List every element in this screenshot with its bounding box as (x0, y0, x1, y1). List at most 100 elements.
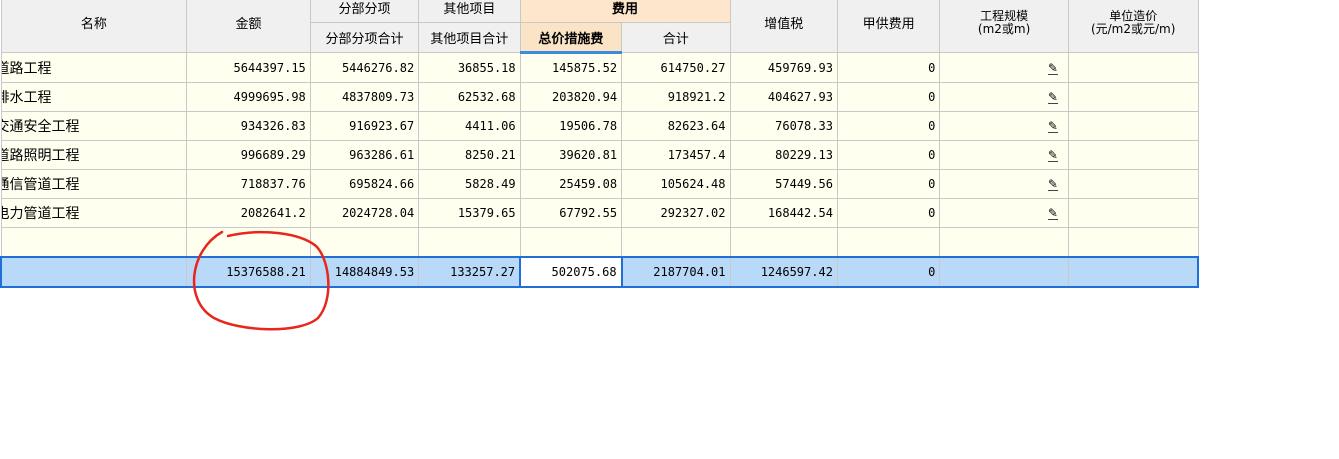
total-fee-sum[interactable]: 2187704.01 (621, 256, 731, 288)
table-row[interactable]: 电力管道工程 2082641.2 2024728.04 15379.65 677… (0, 198, 1199, 228)
cell-vat[interactable]: 168442.54 (729, 198, 838, 228)
cell-vat[interactable]: 76078.33 (729, 111, 838, 141)
cell-unit-cost[interactable] (1067, 111, 1199, 141)
cell-fee-sum[interactable]: 292327.02 (621, 198, 731, 228)
header-amount[interactable]: 金额 (186, 0, 311, 53)
total-row[interactable]: 15376588.21 14884849.53 133257.27 502075… (0, 256, 1199, 288)
total-measure-total[interactable]: 502075.68 (519, 256, 623, 288)
header-other-total[interactable]: 其他项目合计 (418, 22, 521, 53)
header-measure-total[interactable]: 总价措施费 (519, 22, 623, 54)
cell-other-total[interactable]: 8250.21 (418, 140, 521, 170)
cell-name[interactable]: 电力管道工程 (0, 198, 188, 228)
cell-measure-total[interactable]: 39620.81 (519, 140, 623, 170)
pencil-icon[interactable]: ✎ (1047, 207, 1058, 220)
cell-owner-supply[interactable]: 0 (836, 52, 941, 83)
total-other-total[interactable]: 133257.27 (418, 256, 521, 288)
pencil-icon[interactable]: ✎ (1047, 62, 1058, 75)
pencil-icon[interactable]: ✎ (1047, 120, 1058, 133)
cell-owner-supply[interactable] (836, 227, 941, 258)
cell-amount[interactable]: 2082641.2 (186, 198, 311, 228)
cell-measure-total[interactable]: 203820.94 (519, 82, 623, 112)
total-owner-supply[interactable]: 0 (836, 256, 941, 288)
total-project-scale[interactable] (939, 256, 1069, 288)
cell-fee-sum[interactable]: 105624.48 (621, 169, 731, 199)
cell-amount[interactable]: 718837.76 (186, 169, 311, 199)
header-unit-cost[interactable]: 单位造价 (元/m2或元/m) (1067, 0, 1199, 53)
cell-owner-supply[interactable]: 0 (836, 111, 941, 141)
cell-fee-sum[interactable]: 173457.4 (621, 140, 731, 170)
table-row[interactable]: 排水工程 4999695.98 4837809.73 62532.68 2038… (0, 82, 1199, 112)
cell-amount[interactable]: 5644397.15 (186, 52, 311, 83)
cell-vat[interactable]: 80229.13 (729, 140, 838, 170)
table-row[interactable]: 道路照明工程 996689.29 963286.61 8250.21 39620… (0, 140, 1199, 170)
header-project-scale[interactable]: 工程规模 (m2或m) (939, 0, 1069, 53)
pencil-icon[interactable]: ✎ (1047, 91, 1058, 104)
total-name-cell[interactable] (0, 256, 188, 288)
total-amount[interactable]: 15376588.21 (186, 256, 311, 288)
empty-row[interactable] (0, 227, 1199, 258)
cell-name[interactable] (0, 227, 188, 258)
total-unit-cost[interactable] (1067, 256, 1199, 288)
cell-other-total[interactable]: 36855.18 (418, 52, 521, 83)
cell-amount[interactable]: 996689.29 (186, 140, 311, 170)
cell-measure-total[interactable] (519, 227, 623, 258)
cell-unit-cost[interactable] (1067, 198, 1199, 228)
header-name[interactable]: 名称 (0, 0, 188, 53)
cell-project-scale[interactable] (939, 227, 1069, 258)
cell-owner-supply[interactable]: 0 (836, 169, 941, 199)
cell-name[interactable]: 交通安全工程 (0, 111, 188, 141)
cell-sub-total[interactable]: 2024728.04 (309, 198, 420, 228)
cell-fee-sum[interactable]: 614750.27 (621, 52, 731, 83)
cell-unit-cost[interactable] (1067, 52, 1199, 83)
cell-unit-cost[interactable] (1067, 227, 1199, 258)
header-sub-total[interactable]: 分部分项合计 (309, 22, 420, 53)
cell-vat[interactable]: 57449.56 (729, 169, 838, 199)
header-owner-supply[interactable]: 甲供费用 (836, 0, 941, 53)
cell-other-total[interactable]: 4411.06 (418, 111, 521, 141)
cell-project-scale[interactable]: ✎ (939, 52, 1069, 83)
cell-other-total[interactable]: 5828.49 (418, 169, 521, 199)
cell-measure-total[interactable]: 145875.52 (519, 52, 623, 83)
cell-fee-sum[interactable]: 82623.64 (621, 111, 731, 141)
cell-fee-sum[interactable]: 918921.2 (621, 82, 731, 112)
cell-amount[interactable] (186, 227, 311, 258)
cell-unit-cost[interactable] (1067, 169, 1199, 199)
cell-sub-total[interactable]: 963286.61 (309, 140, 420, 170)
cell-other-total[interactable]: 62532.68 (418, 82, 521, 112)
cell-vat[interactable] (729, 227, 838, 258)
cell-sub-total[interactable]: 4837809.73 (309, 82, 420, 112)
cell-amount[interactable]: 4999695.98 (186, 82, 311, 112)
cell-name[interactable]: 排水工程 (0, 82, 188, 112)
table-row[interactable]: 道路工程 5644397.15 5446276.82 36855.18 1458… (0, 52, 1199, 83)
cell-measure-total[interactable]: 67792.55 (519, 198, 623, 228)
cell-measure-total[interactable]: 19506.78 (519, 111, 623, 141)
cell-fee-sum[interactable] (621, 227, 731, 258)
total-sub-total[interactable]: 14884849.53 (309, 256, 420, 288)
cell-measure-total[interactable]: 25459.08 (519, 169, 623, 199)
table-row[interactable]: 交通安全工程 934326.83 916923.67 4411.06 19506… (0, 111, 1199, 141)
cell-sub-total[interactable]: 695824.66 (309, 169, 420, 199)
cell-name[interactable]: 通信管道工程 (0, 169, 188, 199)
cell-other-total[interactable]: 15379.65 (418, 198, 521, 228)
cell-name[interactable]: 道路工程 (0, 52, 188, 83)
header-vat[interactable]: 增值税 (729, 0, 838, 53)
cell-project-scale[interactable]: ✎ (939, 140, 1069, 170)
cell-unit-cost[interactable] (1067, 140, 1199, 170)
cell-owner-supply[interactable]: 0 (836, 140, 941, 170)
cell-project-scale[interactable]: ✎ (939, 82, 1069, 112)
cell-vat[interactable]: 459769.93 (729, 52, 838, 83)
pencil-icon[interactable]: ✎ (1047, 178, 1058, 191)
header-fee-sum[interactable]: 合计 (621, 22, 731, 53)
cell-sub-total[interactable] (309, 227, 420, 258)
cell-amount[interactable]: 934326.83 (186, 111, 311, 141)
cell-unit-cost[interactable] (1067, 82, 1199, 112)
pencil-icon[interactable]: ✎ (1047, 149, 1058, 162)
cell-other-total[interactable] (418, 227, 521, 258)
total-vat[interactable]: 1246597.42 (729, 256, 838, 288)
table-row[interactable]: 通信管道工程 718837.76 695824.66 5828.49 25459… (0, 169, 1199, 199)
cell-owner-supply[interactable]: 0 (836, 198, 941, 228)
cell-vat[interactable]: 404627.93 (729, 82, 838, 112)
cell-name[interactable]: 道路照明工程 (0, 140, 188, 170)
cell-sub-total[interactable]: 5446276.82 (309, 52, 420, 83)
cell-project-scale[interactable]: ✎ (939, 198, 1069, 228)
